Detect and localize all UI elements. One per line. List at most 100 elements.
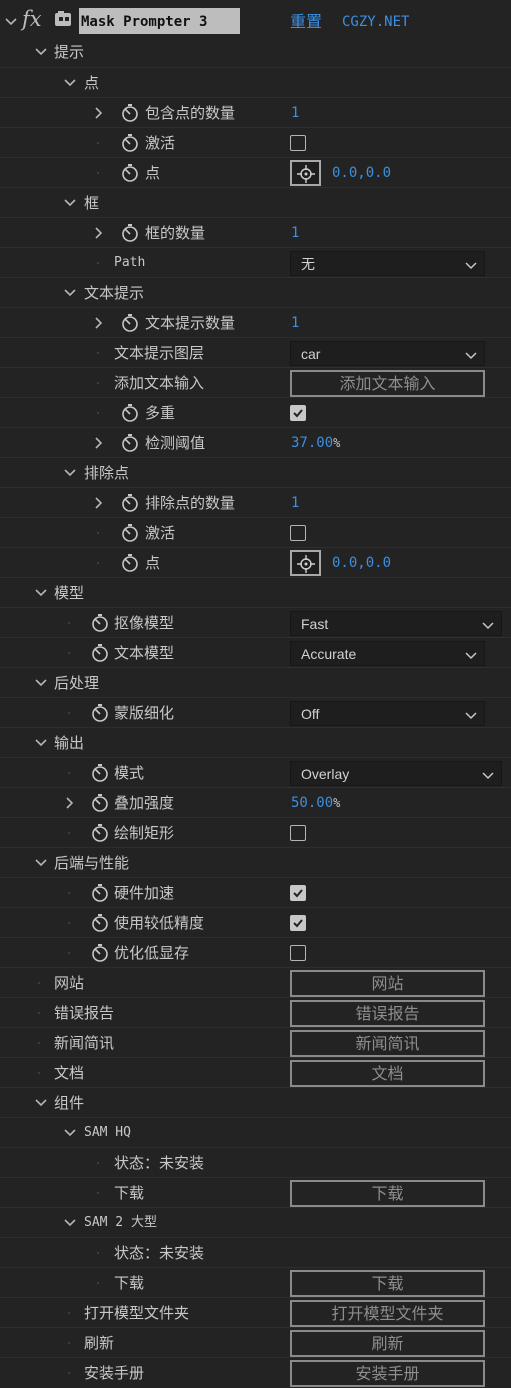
- chevron-down-icon[interactable]: [34, 676, 48, 690]
- sam-hq-download-button[interactable]: 下载: [290, 1180, 485, 1207]
- low-precision-checkbox[interactable]: [290, 915, 306, 931]
- stopwatch-icon[interactable]: [120, 223, 140, 243]
- mode-dropdown[interactable]: Overlay: [290, 761, 502, 786]
- newsletter-button[interactable]: 新闻简讯: [290, 1030, 485, 1057]
- group-model-label: 模型: [54, 584, 85, 602]
- cgzy-link[interactable]: CGZY.NET: [342, 7, 409, 37]
- exclude-active-checkbox[interactable]: [290, 525, 306, 541]
- stopwatch-icon[interactable]: [120, 433, 140, 453]
- mask-refine-dropdown[interactable]: Off: [290, 701, 485, 726]
- effect-name-box[interactable]: Mask Prompter 3: [79, 8, 240, 34]
- multiple-label: 多重: [145, 404, 176, 422]
- text-count-number[interactable]: 1: [291, 315, 299, 331]
- text-count-value[interactable]: 1: [291, 308, 299, 338]
- row-boxes-count: 框的数量 1: [0, 217, 511, 248]
- stopwatch-icon[interactable]: [90, 793, 110, 813]
- multiple-checkbox[interactable]: [290, 405, 306, 421]
- open-model-folder-button[interactable]: 打开模型文件夹: [290, 1300, 485, 1327]
- row-group-components: 组件: [0, 1087, 511, 1118]
- chevron-down-icon[interactable]: [34, 736, 48, 750]
- chevron-right-icon[interactable]: [62, 796, 76, 810]
- chevron-right-icon[interactable]: [91, 496, 105, 510]
- overlay-strength-value[interactable]: 50.00%: [291, 788, 340, 818]
- group-boxes-label: 框: [84, 194, 100, 212]
- add-text-input-button[interactable]: 添加文本输入: [290, 370, 485, 397]
- boxes-count-number[interactable]: 1: [291, 225, 299, 241]
- row-optimize-vram: 优化低显存: [0, 937, 511, 968]
- website-button[interactable]: 网站: [290, 970, 485, 997]
- chevron-right-icon[interactable]: [91, 316, 105, 330]
- chevron-down-icon[interactable]: [63, 466, 77, 480]
- indent-dot: [68, 1312, 70, 1314]
- reset-link[interactable]: 重置: [290, 7, 322, 37]
- docs-button[interactable]: 文档: [290, 1060, 485, 1087]
- row-refresh: 刷新 刷新: [0, 1327, 511, 1358]
- row-multiple: 多重: [0, 397, 511, 428]
- stopwatch-icon[interactable]: [90, 613, 110, 633]
- stopwatch-icon[interactable]: [90, 943, 110, 963]
- matting-model-dropdown[interactable]: Fast: [290, 611, 502, 636]
- row-exclude-point: 点 0.0,0.0: [0, 547, 511, 578]
- hw-accel-label: 硬件加速: [114, 884, 175, 902]
- docs-label: 文档: [54, 1064, 85, 1082]
- path-dropdown[interactable]: 无: [290, 251, 485, 276]
- threshold-number[interactable]: 37.00: [291, 435, 333, 451]
- indent-dot: [68, 772, 70, 774]
- exclude-count-value[interactable]: 1: [291, 488, 299, 518]
- indent-dot: [68, 832, 70, 834]
- overlay-strength-number[interactable]: 50.00: [291, 795, 333, 811]
- exclude-count-number[interactable]: 1: [291, 495, 299, 511]
- stopwatch-icon[interactable]: [120, 313, 140, 333]
- stopwatch-icon[interactable]: [90, 643, 110, 663]
- stopwatch-icon[interactable]: [120, 133, 140, 153]
- indent-dot: [38, 1042, 40, 1044]
- refresh-button[interactable]: 刷新: [290, 1330, 485, 1357]
- stopwatch-icon[interactable]: [90, 883, 110, 903]
- text-model-dropdown[interactable]: Accurate: [290, 641, 485, 666]
- stopwatch-icon[interactable]: [120, 493, 140, 513]
- chevron-down-icon[interactable]: [63, 196, 77, 210]
- stopwatch-icon[interactable]: [90, 763, 110, 783]
- stopwatch-icon[interactable]: [120, 553, 140, 573]
- stopwatch-icon[interactable]: [90, 913, 110, 933]
- stopwatch-icon[interactable]: [120, 103, 140, 123]
- stopwatch-icon[interactable]: [90, 823, 110, 843]
- chevron-right-icon[interactable]: [91, 226, 105, 240]
- stopwatch-icon[interactable]: [90, 703, 110, 723]
- chevron-down-icon[interactable]: [34, 586, 48, 600]
- optimize-vram-checkbox[interactable]: [290, 945, 306, 961]
- crosshair-icon[interactable]: [290, 550, 321, 576]
- sam2-download-button[interactable]: 下载: [290, 1270, 485, 1297]
- stopwatch-icon[interactable]: [120, 163, 140, 183]
- boxes-count-value[interactable]: 1: [291, 218, 299, 248]
- chevron-down-icon[interactable]: [34, 1096, 48, 1110]
- stopwatch-icon[interactable]: [120, 403, 140, 423]
- fx-icon[interactable]: fx: [22, 7, 42, 31]
- chevron-down-icon[interactable]: [63, 1126, 77, 1140]
- group-output-label: 输出: [54, 734, 85, 752]
- chevron-down-icon[interactable]: [63, 286, 77, 300]
- chevron-down-icon[interactable]: [63, 76, 77, 90]
- stopwatch-icon[interactable]: [120, 523, 140, 543]
- hw-accel-checkbox[interactable]: [290, 885, 306, 901]
- chevron-down-icon[interactable]: [34, 856, 48, 870]
- chevron-down-icon[interactable]: [34, 45, 48, 59]
- indent-dot: [97, 562, 99, 564]
- draw-rect-checkbox[interactable]: [290, 825, 306, 841]
- points-active-checkbox[interactable]: [290, 135, 306, 151]
- points-count-value[interactable]: 1: [291, 98, 299, 128]
- chevron-right-icon[interactable]: [91, 436, 105, 450]
- bug-report-button[interactable]: 错误报告: [290, 1000, 485, 1027]
- exclude-point-coords[interactable]: 0.0,0.0: [332, 548, 391, 578]
- text-layer-dropdown[interactable]: car: [290, 341, 485, 366]
- points-count-number[interactable]: 1: [291, 105, 299, 121]
- crosshair-icon[interactable]: [290, 160, 321, 186]
- chevron-down-icon[interactable]: [4, 15, 18, 29]
- threshold-value[interactable]: 37.00%: [291, 428, 340, 458]
- row-group-model: 模型: [0, 577, 511, 608]
- row-group-output: 输出: [0, 727, 511, 758]
- chevron-down-icon[interactable]: [63, 1216, 77, 1230]
- points-point-coords[interactable]: 0.0,0.0: [332, 158, 391, 188]
- chevron-right-icon[interactable]: [91, 106, 105, 120]
- exclude-count-label: 排除点的数量: [145, 494, 236, 512]
